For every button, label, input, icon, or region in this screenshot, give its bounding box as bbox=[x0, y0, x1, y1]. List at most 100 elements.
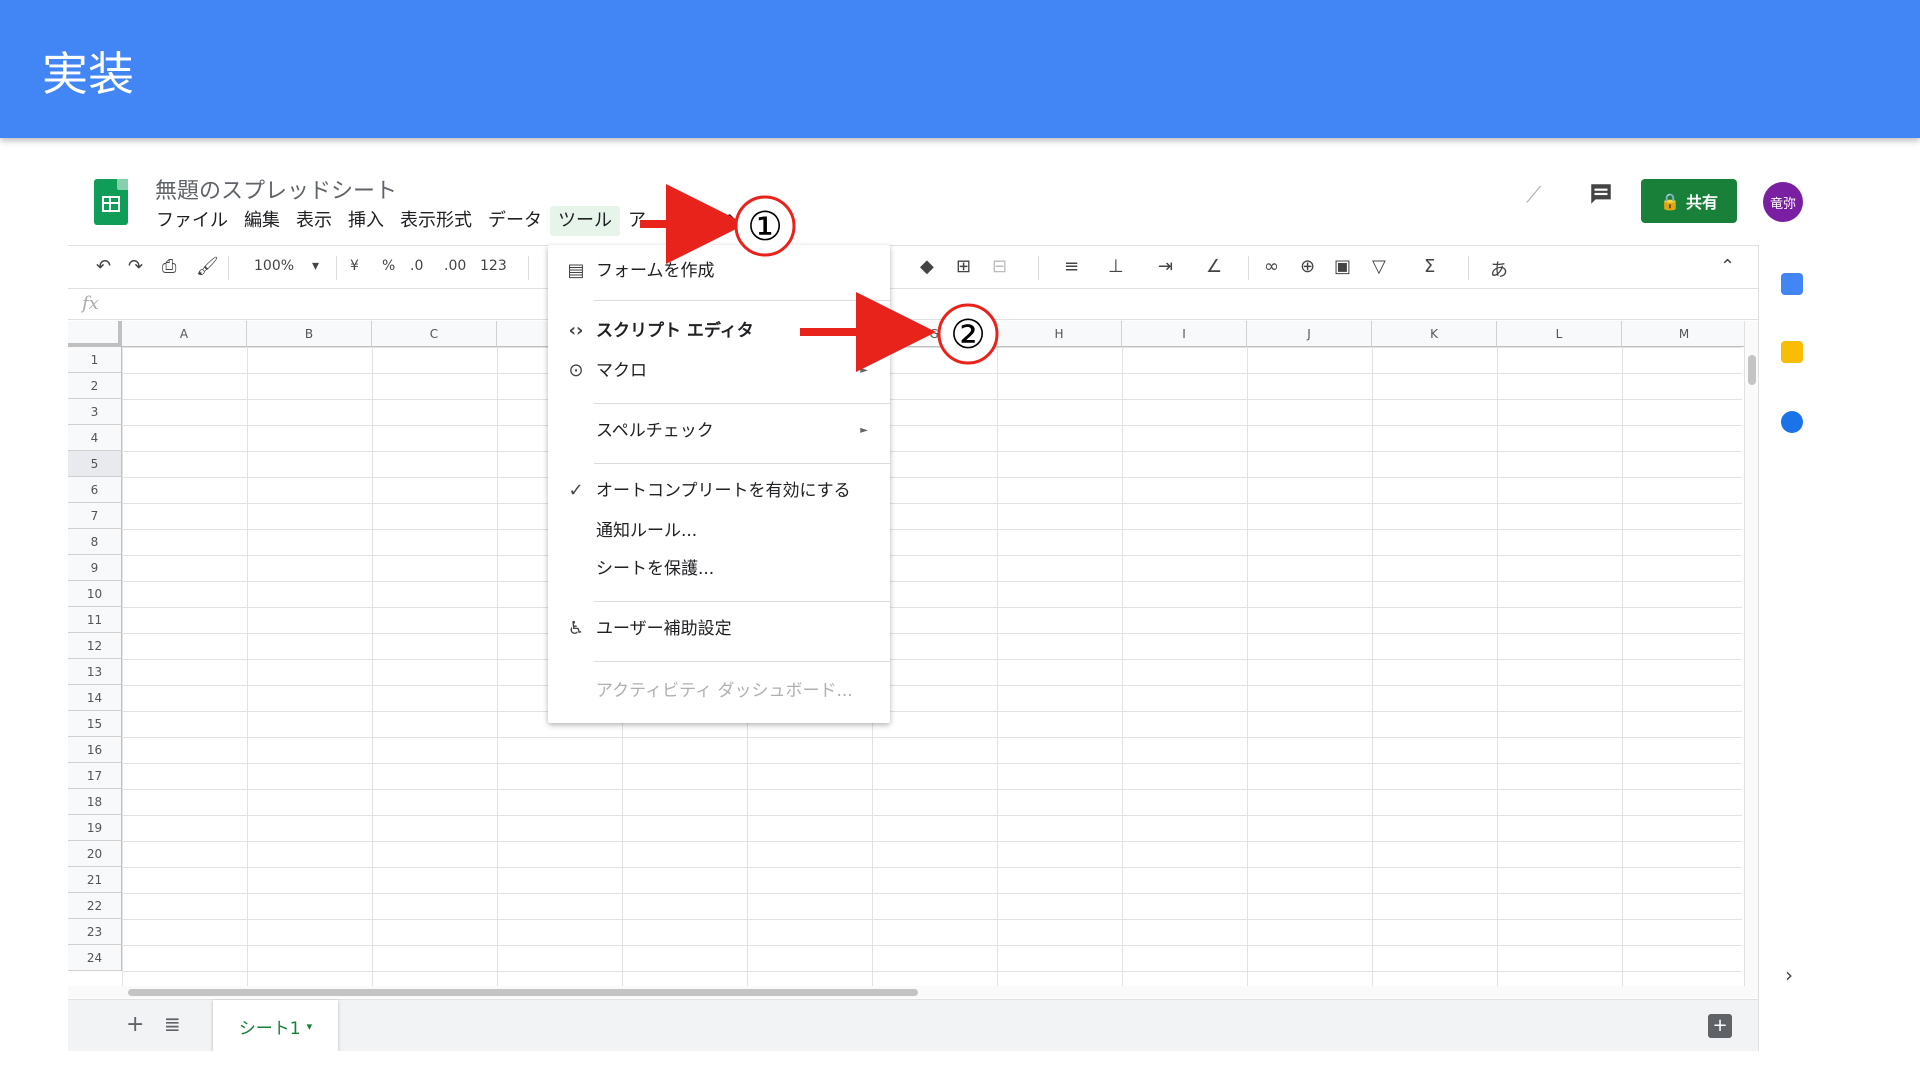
row-header-22[interactable]: 22 bbox=[68, 893, 122, 919]
fill-color-icon[interactable]: ◆ bbox=[920, 256, 934, 277]
row-header-11[interactable]: 11 bbox=[68, 607, 122, 633]
add-sheet-icon[interactable]: + bbox=[126, 1012, 144, 1037]
avatar[interactable]: 竜弥 bbox=[1763, 182, 1803, 222]
redo-icon[interactable]: ↷ bbox=[128, 256, 143, 277]
row-header-23[interactable]: 23 bbox=[68, 919, 122, 945]
chevron-right-icon[interactable]: › bbox=[1785, 963, 1793, 987]
menu-format[interactable]: 表示形式 bbox=[392, 206, 480, 236]
menu-item-protect-sheet[interactable]: シートを保護... bbox=[548, 551, 890, 587]
chevron-down-icon[interactable]: ▾ bbox=[312, 258, 319, 274]
column-header-B[interactable]: B bbox=[247, 321, 372, 347]
more-formats-button[interactable]: 123 bbox=[480, 258, 507, 274]
functions-icon[interactable]: Σ bbox=[1424, 256, 1435, 277]
menu-item-notification-rules[interactable]: 通知ルール... bbox=[548, 513, 890, 549]
sheet-tab[interactable]: シート1 ▾ bbox=[213, 1000, 338, 1051]
menu-edit[interactable]: 編集 bbox=[236, 206, 288, 236]
title-bar: 無題のスプレッドシート ファイル 編集 表示 挿入 表示形式 データ ツール ア… bbox=[68, 163, 1825, 243]
align-icon[interactable]: ≡ bbox=[1064, 256, 1079, 277]
link-icon[interactable]: ∞ bbox=[1264, 256, 1279, 277]
calendar-icon[interactable] bbox=[1781, 273, 1803, 295]
row-header-16[interactable]: 16 bbox=[68, 737, 122, 763]
row-header-18[interactable]: 18 bbox=[68, 789, 122, 815]
menu-file[interactable]: ファイル bbox=[148, 206, 236, 236]
horizontal-scrollbar[interactable] bbox=[68, 986, 1758, 998]
comment-add-icon[interactable]: ⊕ bbox=[1300, 256, 1315, 277]
vertical-scrollbar[interactable] bbox=[1744, 321, 1758, 991]
chevron-down-icon[interactable]: ▾ bbox=[307, 1020, 313, 1033]
menu-item-accessibility[interactable]: ♿ ユーザー補助設定 bbox=[548, 611, 890, 647]
menu-item-autocomplete[interactable]: ✓ オートコンプリートを有効にする bbox=[548, 473, 890, 509]
share-button[interactable]: 🔒 共有 bbox=[1641, 179, 1737, 223]
row-header-8[interactable]: 8 bbox=[68, 529, 122, 555]
currency-button[interactable]: ¥ bbox=[350, 258, 359, 274]
paint-format-icon[interactable]: 🖌 bbox=[196, 256, 219, 277]
row-header-17[interactable]: 17 bbox=[68, 763, 122, 789]
borders-icon[interactable]: ⊞ bbox=[956, 256, 971, 277]
merge-cells-icon[interactable]: ⊟ bbox=[992, 256, 1007, 277]
trend-icon[interactable]: ⟋ bbox=[1526, 183, 1541, 208]
row-header-10[interactable]: 10 bbox=[68, 581, 122, 607]
column-header-I[interactable]: I bbox=[1122, 321, 1247, 347]
menu-data[interactable]: データ bbox=[480, 206, 550, 236]
column-header-G[interactable]: G bbox=[872, 321, 997, 347]
menu-tools[interactable]: ツール bbox=[550, 206, 620, 236]
zoom-select[interactable]: 100% bbox=[254, 258, 294, 274]
row-header-24[interactable]: 24 bbox=[68, 945, 122, 971]
column-header-H[interactable]: H bbox=[997, 321, 1122, 347]
row-header-12[interactable]: 12 bbox=[68, 633, 122, 659]
keep-icon[interactable] bbox=[1781, 341, 1803, 363]
row-header-4[interactable]: 4 bbox=[68, 425, 122, 451]
collapse-icon[interactable]: ⌃ bbox=[1720, 256, 1735, 277]
menu-help[interactable]: ヘルプ bbox=[714, 206, 784, 236]
rotate-icon[interactable]: ∠ bbox=[1206, 256, 1222, 277]
valign-icon[interactable]: ⊥ bbox=[1108, 256, 1124, 277]
input-tools-button[interactable]: あ bbox=[1490, 256, 1508, 282]
menu-view[interactable]: 表示 bbox=[288, 206, 340, 236]
row-header-1[interactable]: 1 bbox=[68, 347, 122, 373]
row-header-3[interactable]: 3 bbox=[68, 399, 122, 425]
row-header-20[interactable]: 20 bbox=[68, 841, 122, 867]
submenu-arrow-icon: ► bbox=[860, 365, 868, 376]
percent-button[interactable]: % bbox=[382, 258, 395, 274]
document-title[interactable]: 無題のスプレッドシート bbox=[155, 173, 397, 205]
row-header-2[interactable]: 2 bbox=[68, 373, 122, 399]
menu-item-macro[interactable]: ⊙ マクロ ► bbox=[548, 353, 890, 389]
menu-item-create-form[interactable]: ▤ フォームを作成 bbox=[548, 253, 890, 289]
select-all-corner[interactable] bbox=[68, 321, 122, 347]
all-sheets-icon[interactable]: ≣ bbox=[164, 1012, 181, 1036]
increase-decimal-button[interactable]: .00 bbox=[444, 258, 466, 274]
slide-title: 実装 bbox=[42, 47, 134, 101]
row-header-5[interactable]: 5 bbox=[68, 451, 122, 477]
cell-grid[interactable]: ABCDEFGHIJKLM 12345678910111213141516171… bbox=[68, 321, 1758, 991]
print-icon[interactable]: ⎙ bbox=[162, 256, 176, 277]
tasks-icon[interactable] bbox=[1781, 411, 1803, 433]
column-header-M[interactable]: M bbox=[1622, 321, 1747, 347]
row-header-9[interactable]: 9 bbox=[68, 555, 122, 581]
undo-icon[interactable]: ↶ bbox=[96, 256, 111, 277]
column-header-K[interactable]: K bbox=[1372, 321, 1497, 347]
row-header-7[interactable]: 7 bbox=[68, 503, 122, 529]
row-header-15[interactable]: 15 bbox=[68, 711, 122, 737]
column-header-A[interactable]: A bbox=[122, 321, 247, 347]
menu-item-spell-check[interactable]: スペルチェック ► bbox=[548, 413, 890, 449]
column-header-C[interactable]: C bbox=[372, 321, 497, 347]
row-header-19[interactable]: 19 bbox=[68, 815, 122, 841]
filter-icon[interactable]: ▽ bbox=[1372, 256, 1386, 277]
column-header-L[interactable]: L bbox=[1497, 321, 1622, 347]
row-header-6[interactable]: 6 bbox=[68, 477, 122, 503]
sheet-tab-label: シート1 bbox=[238, 1018, 301, 1039]
wrap-icon[interactable]: ⇥ bbox=[1158, 256, 1173, 277]
row-header-13[interactable]: 13 bbox=[68, 659, 122, 685]
menu-insert[interactable]: 挿入 bbox=[340, 206, 392, 236]
decrease-decimal-button[interactable]: .0 bbox=[410, 258, 423, 274]
sheets-logo-icon[interactable] bbox=[94, 179, 128, 225]
row-header-14[interactable]: 14 bbox=[68, 685, 122, 711]
formula-bar[interactable]: fx bbox=[68, 290, 1758, 320]
row-header-21[interactable]: 21 bbox=[68, 867, 122, 893]
menu-item-script-editor[interactable]: ‹› スクリプト エディタ bbox=[548, 313, 890, 349]
chart-icon[interactable]: ▣ bbox=[1334, 256, 1351, 277]
comment-icon[interactable] bbox=[1588, 181, 1614, 211]
column-header-J[interactable]: J bbox=[1247, 321, 1372, 347]
explore-icon[interactable]: + bbox=[1708, 1014, 1732, 1038]
menu-addons[interactable]: ア bbox=[620, 206, 654, 236]
